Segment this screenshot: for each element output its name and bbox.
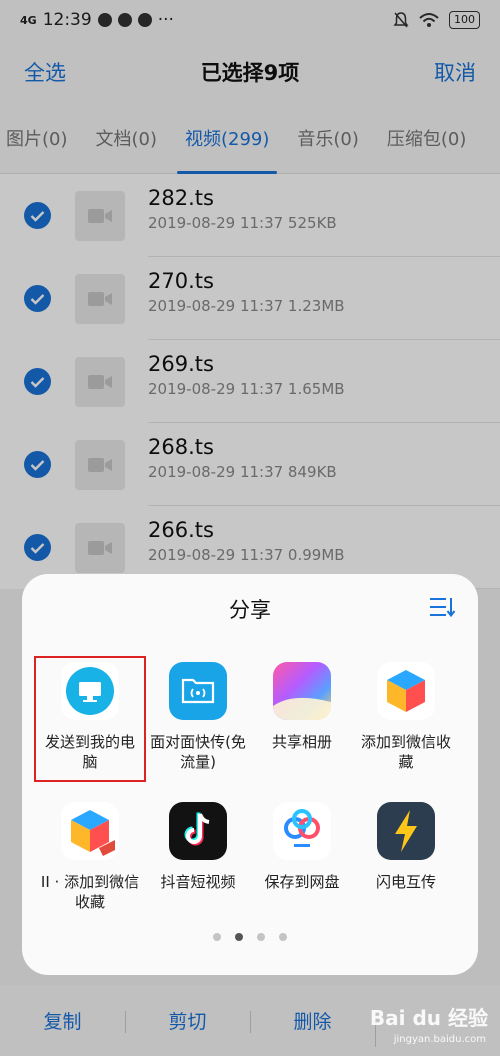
sort-icon[interactable] (428, 596, 456, 618)
share-sheet: 分享 发送到我的电脑 面对面快传(免流量) 共享相册 添加到微信收藏 II · … (22, 574, 478, 975)
share-add-wechat-favorites-2[interactable]: II · 添加到微信收藏 (38, 802, 142, 912)
highlight-box (34, 656, 146, 782)
folder-wireless-icon (169, 662, 227, 720)
page-dot[interactable] (213, 933, 221, 941)
share-lightning-transfer[interactable]: 闪电互传 (354, 802, 458, 892)
share-save-to-cloud-drive[interactable]: 保存到网盘 (250, 802, 354, 892)
share-sheet-title: 分享 (229, 598, 271, 622)
app-label: 面对面快传(免流量) (150, 733, 246, 771)
page-indicator (22, 933, 478, 941)
app-label: II · 添加到微信收藏 (40, 873, 140, 911)
app-label: 抖音短视频 (160, 873, 236, 891)
watermark: Bai du 经验 (369, 1006, 488, 1030)
share-add-wechat-favorites[interactable]: 添加到微信收藏 (354, 662, 458, 772)
lightning-icon (377, 802, 435, 860)
share-tiktok[interactable]: 抖音短视频 (146, 802, 250, 892)
page-dot-active[interactable] (235, 933, 243, 941)
cube-icon (377, 662, 435, 720)
app-label: 保存到网盘 (264, 873, 340, 891)
watermark-url: jingyan.baidu.com (393, 1034, 486, 1045)
cloud-drive-icon (273, 802, 331, 860)
shared-album-icon (273, 662, 331, 720)
page-dot[interactable] (279, 933, 287, 941)
share-shared-album[interactable]: 共享相册 (250, 662, 354, 752)
app-label: 添加到微信收藏 (360, 733, 451, 771)
share-face-to-face[interactable]: 面对面快传(免流量) (146, 662, 250, 772)
app-label: 闪电互传 (375, 873, 436, 891)
app-label: 共享相册 (271, 733, 332, 751)
page-dot[interactable] (257, 933, 265, 941)
cube-icon (61, 802, 119, 860)
tiktok-icon (169, 802, 227, 860)
